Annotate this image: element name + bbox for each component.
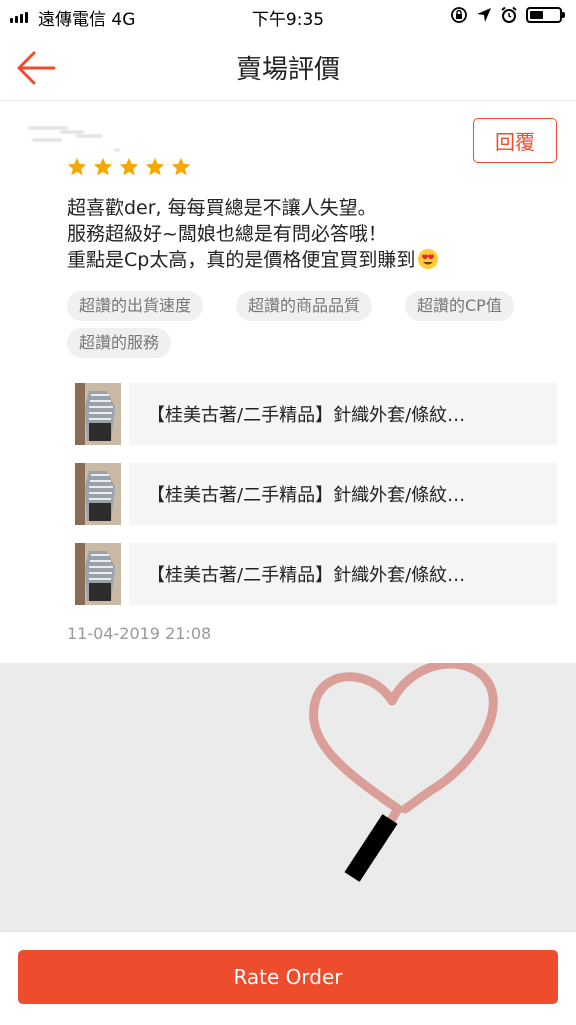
product-name: 【桂美古著/二手精品】針織外套/條紋…	[147, 405, 466, 426]
star-icon	[171, 157, 191, 176]
content-background	[0, 663, 576, 931]
battery-icon	[526, 7, 565, 23]
product-thumbnail	[75, 463, 121, 525]
reply-button[interactable]: 回覆	[473, 118, 557, 163]
product-item[interactable]: 【桂美古著/二手精品】針織外套/條紋…	[75, 463, 557, 525]
review-timestamp: 11-04-2019 21:08	[67, 624, 212, 643]
tag-chip: 超讚的出貨速度	[67, 291, 204, 321]
product-thumbnail	[75, 543, 121, 605]
review-text: 超喜歡der, 每每買總是不讓人失望。 服務超級好~闆娘也總是有問必答哦！ 重點…	[67, 195, 557, 273]
bottom-action-bar: Rate Order	[0, 931, 576, 1025]
star-icon	[145, 157, 165, 176]
rate-order-button[interactable]: Rate Order	[18, 950, 558, 1004]
status-bar: 遠傳電信 4G 下午9:35	[0, 0, 576, 34]
product-name: 【桂美古著/二手精品】針織外套/條紋…	[147, 485, 466, 506]
tag-chip: 超讚的商品品質	[236, 291, 373, 321]
page-title: 賣場評價	[235, 55, 340, 85]
review-line: 超喜歡der, 每每買總是不讓人失望。	[67, 197, 377, 219]
tag-chip: 超讚的服務	[67, 328, 172, 358]
nav-bar: 賣場評價	[0, 34, 576, 101]
star-rating	[66, 156, 192, 178]
battery-fill	[530, 11, 543, 19]
heart-sticker-icon	[309, 663, 498, 882]
review-line: 服務超級好~闆娘也總是有問必答哦！	[67, 223, 387, 245]
product-name: 【桂美古著/二手精品】針織外套/條紋…	[147, 565, 466, 586]
location-icon	[477, 8, 491, 22]
tag-chip: 超讚的CP值	[405, 291, 514, 321]
product-thumbnail	[75, 383, 121, 445]
product-info: 【桂美古著/二手精品】針織外套/條紋…	[129, 383, 557, 445]
blurred-username	[24, 121, 120, 161]
alarm-icon	[501, 6, 517, 23]
heart-eyes-emoji-icon	[418, 249, 439, 269]
review-card: 回覆 超喜歡der, 每每買總是不讓人失望。 服務超級好~闆娘也總是有問必答哦！…	[0, 101, 576, 663]
product-item[interactable]: 【桂美古著/二手精品】針織外套/條紋…	[75, 543, 557, 605]
star-icon	[119, 157, 139, 176]
star-icon	[67, 157, 87, 176]
review-line-with-emoji: 重點是Cp太高，真的是價格便宜買到賺到	[67, 247, 557, 273]
lock-rotation-icon	[451, 7, 467, 23]
star-icon	[93, 157, 113, 176]
product-info: 【桂美古著/二手精品】針織外套/條紋…	[129, 543, 557, 605]
product-info: 【桂美古著/二手精品】針織外套/條紋…	[129, 463, 557, 525]
review-line: 重點是Cp太高，真的是價格便宜買到賺到	[67, 249, 416, 271]
product-item[interactable]: 【桂美古著/二手精品】針織外套/條紋…	[75, 383, 557, 445]
